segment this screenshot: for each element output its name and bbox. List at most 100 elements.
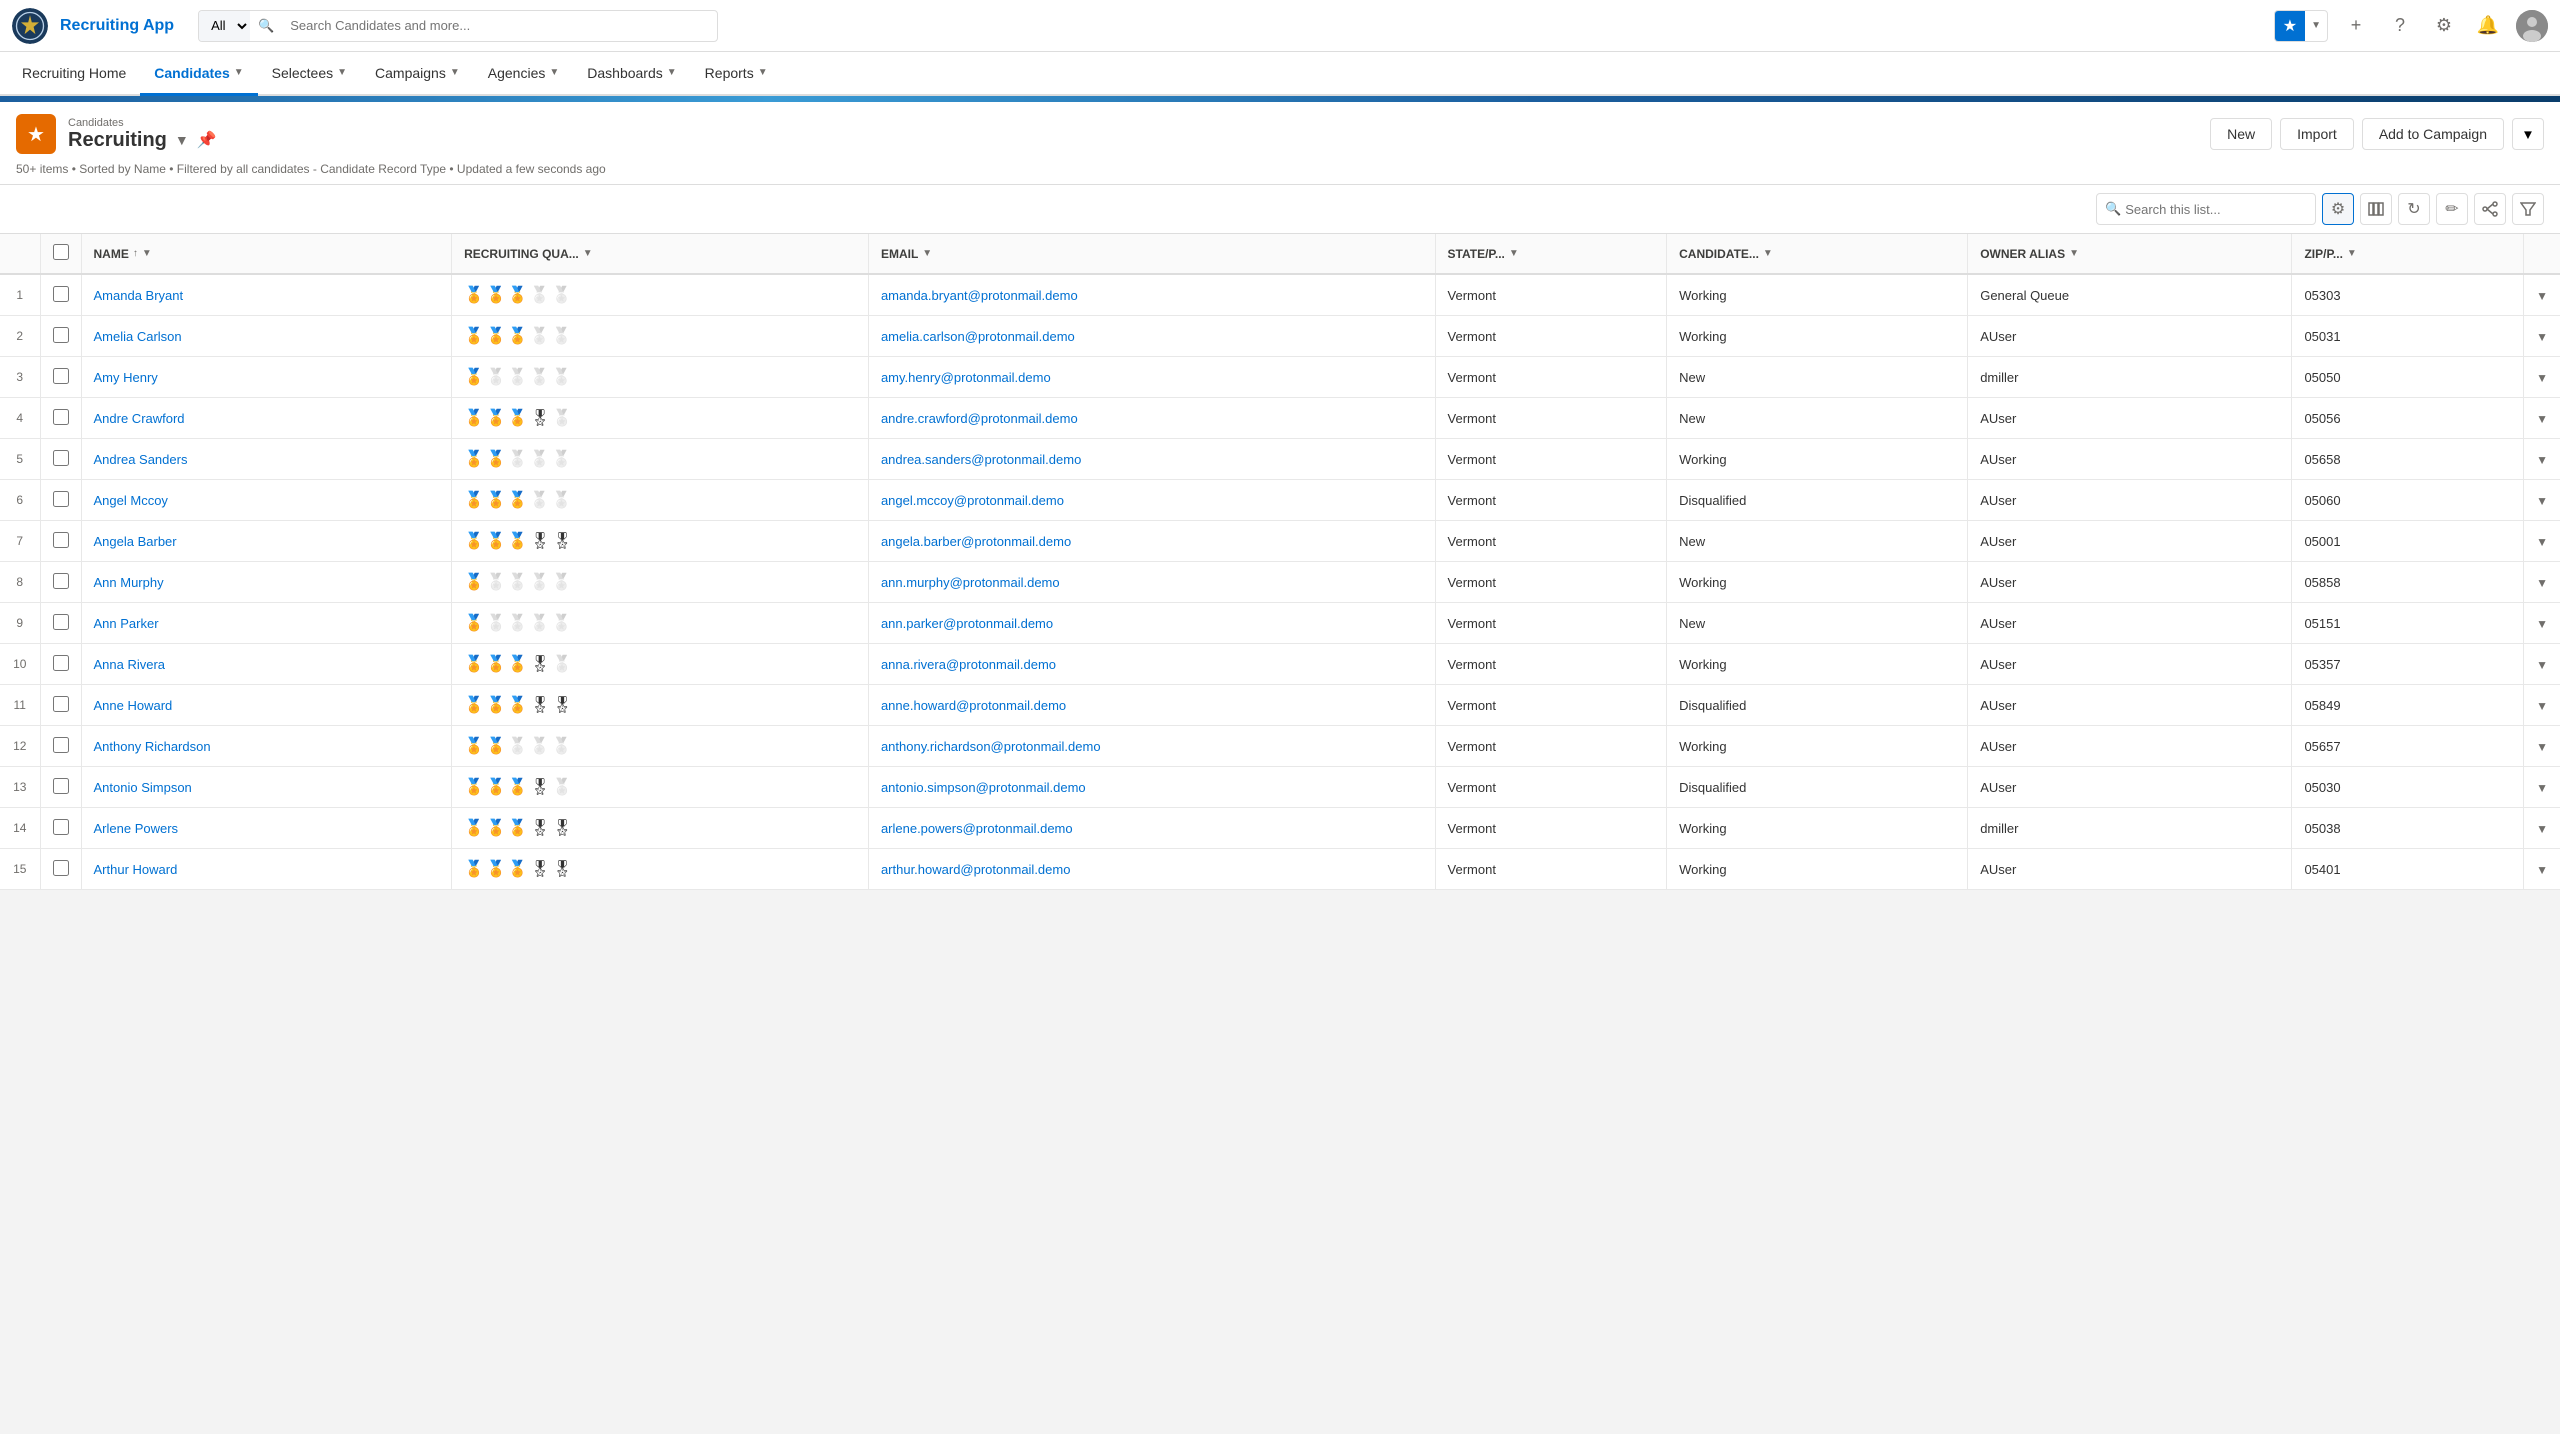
candidate-name-link[interactable]: Anna Rivera — [94, 657, 166, 672]
row-select-checkbox[interactable] — [53, 491, 69, 507]
row-select-checkbox[interactable] — [53, 860, 69, 876]
settings-button[interactable]: ⚙ — [2428, 10, 2460, 42]
candidate-email-link[interactable]: angel.mccoy@protonmail.demo — [881, 493, 1064, 508]
th-name[interactable]: NAME ↑ ▼ — [81, 234, 452, 274]
candidate-email-link[interactable]: amy.henry@protonmail.demo — [881, 370, 1051, 385]
row-action-button[interactable]: ▼ — [2536, 576, 2548, 590]
list-search-input[interactable] — [2125, 202, 2307, 217]
row-select-checkbox[interactable] — [53, 368, 69, 384]
zip-col-chevron-icon[interactable]: ▼ — [2347, 248, 2357, 259]
candidate-name-link[interactable]: Anne Howard — [94, 698, 173, 713]
add-to-campaign-button[interactable]: Add to Campaign — [2362, 118, 2504, 150]
row-action-button[interactable]: ▼ — [2536, 822, 2548, 836]
row-select-checkbox[interactable] — [53, 286, 69, 302]
candidate-email-link[interactable]: anne.howard@protonmail.demo — [881, 698, 1066, 713]
row-action-button[interactable]: ▼ — [2536, 494, 2548, 508]
org-logo[interactable] — [12, 8, 48, 44]
state-col-chevron-icon[interactable]: ▼ — [1509, 248, 1519, 259]
candidate-name-link[interactable]: Arlene Powers — [94, 821, 179, 836]
favorites-button[interactable]: ★ ▼ — [2274, 10, 2328, 42]
candidate-email-link[interactable]: arthur.howard@protonmail.demo — [881, 862, 1071, 877]
row-action-button[interactable]: ▼ — [2536, 330, 2548, 344]
column-chooser-button[interactable] — [2360, 193, 2392, 225]
nav-item-reports[interactable]: Reports ▼ — [691, 52, 782, 96]
row-select-checkbox[interactable] — [53, 737, 69, 753]
row-select-checkbox[interactable] — [53, 614, 69, 630]
notifications-button[interactable]: 🔔 — [2472, 10, 2504, 42]
add-button[interactable]: + — [2340, 10, 2372, 42]
row-action-button[interactable]: ▼ — [2536, 412, 2548, 426]
nav-item-dashboards[interactable]: Dashboards ▼ — [573, 52, 690, 96]
row-action-button[interactable]: ▼ — [2536, 453, 2548, 467]
refresh-button[interactable]: ↻ — [2398, 193, 2430, 225]
candidate-email-link[interactable]: arlene.powers@protonmail.demo — [881, 821, 1073, 836]
candidate-name-link[interactable]: Amelia Carlson — [94, 329, 182, 344]
settings-gear-button[interactable]: ⚙ — [2322, 193, 2354, 225]
candidate-col-chevron-icon[interactable]: ▼ — [1763, 248, 1773, 259]
edit-button[interactable]: ✏ — [2436, 193, 2468, 225]
candidate-email-link[interactable]: anna.rivera@protonmail.demo — [881, 657, 1056, 672]
nav-item-candidates[interactable]: Candidates ▼ — [140, 52, 257, 96]
help-button[interactable]: ? — [2384, 10, 2416, 42]
search-input[interactable] — [282, 18, 717, 33]
row-action-button[interactable]: ▼ — [2536, 740, 2548, 754]
row-action-button[interactable]: ▼ — [2536, 699, 2548, 713]
candidate-name-link[interactable]: Andrea Sanders — [94, 452, 188, 467]
row-action-button[interactable]: ▼ — [2536, 658, 2548, 672]
favorites-chevron-icon[interactable]: ▼ — [2305, 11, 2327, 41]
row-select-checkbox[interactable] — [53, 532, 69, 548]
candidate-email-link[interactable]: anthony.richardson@protonmail.demo — [881, 739, 1101, 754]
th-quals[interactable]: RECRUITING QUA... ▼ — [452, 234, 869, 274]
row-action-button[interactable]: ▼ — [2536, 289, 2548, 303]
candidate-email-link[interactable]: amanda.bryant@protonmail.demo — [881, 288, 1078, 303]
row-action-button[interactable]: ▼ — [2536, 535, 2548, 549]
candidate-email-link[interactable]: andrea.sanders@protonmail.demo — [881, 452, 1081, 467]
th-checkbox[interactable] — [40, 234, 81, 274]
owner-col-chevron-icon[interactable]: ▼ — [2069, 248, 2079, 259]
row-action-button[interactable]: ▼ — [2536, 781, 2548, 795]
filter-button[interactable] — [2512, 193, 2544, 225]
import-button[interactable]: Import — [2280, 118, 2354, 150]
row-action-button[interactable]: ▼ — [2536, 371, 2548, 385]
row-select-checkbox[interactable] — [53, 573, 69, 589]
nav-item-campaigns[interactable]: Campaigns ▼ — [361, 52, 474, 96]
candidate-email-link[interactable]: ann.parker@protonmail.demo — [881, 616, 1053, 631]
candidate-email-link[interactable]: antonio.simpson@protonmail.demo — [881, 780, 1086, 795]
pin-icon[interactable]: 📌 — [197, 130, 217, 150]
th-state[interactable]: STATE/P... ▼ — [1435, 234, 1667, 274]
row-select-checkbox[interactable] — [53, 655, 69, 671]
nav-item-recruiting-home[interactable]: Recruiting Home — [8, 52, 140, 96]
candidate-email-link[interactable]: angela.barber@protonmail.demo — [881, 534, 1071, 549]
th-candidate[interactable]: CANDIDATE... ▼ — [1667, 234, 1968, 274]
quals-col-chevron-icon[interactable]: ▼ — [583, 248, 593, 259]
candidate-name-link[interactable]: Amy Henry — [94, 370, 158, 385]
candidate-name-link[interactable]: Angel Mccoy — [94, 493, 168, 508]
row-select-checkbox[interactable] — [53, 819, 69, 835]
row-select-checkbox[interactable] — [53, 450, 69, 466]
candidate-email-link[interactable]: andre.crawford@protonmail.demo — [881, 411, 1078, 426]
candidate-name-link[interactable]: Ann Murphy — [94, 575, 164, 590]
nav-item-agencies[interactable]: Agencies ▼ — [474, 52, 574, 96]
row-select-checkbox[interactable] — [53, 696, 69, 712]
email-col-chevron-icon[interactable]: ▼ — [922, 248, 932, 259]
nav-item-selectees[interactable]: Selectees ▼ — [258, 52, 361, 96]
row-action-button[interactable]: ▼ — [2536, 863, 2548, 877]
row-select-checkbox[interactable] — [53, 409, 69, 425]
search-filter-select[interactable]: All — [199, 11, 250, 41]
th-email[interactable]: EMAIL ▼ — [868, 234, 1435, 274]
candidate-name-link[interactable]: Antonio Simpson — [94, 780, 192, 795]
th-owner[interactable]: OWNER ALIAS ▼ — [1968, 234, 2292, 274]
candidate-email-link[interactable]: amelia.carlson@protonmail.demo — [881, 329, 1075, 344]
new-button[interactable]: New — [2210, 118, 2272, 150]
candidate-email-link[interactable]: ann.murphy@protonmail.demo — [881, 575, 1060, 590]
th-zip[interactable]: ZIP/P... ▼ — [2292, 234, 2524, 274]
candidate-name-link[interactable]: Ann Parker — [94, 616, 159, 631]
candidate-name-link[interactable]: Anthony Richardson — [94, 739, 211, 754]
row-select-checkbox[interactable] — [53, 327, 69, 343]
share-button[interactable] — [2474, 193, 2506, 225]
row-select-checkbox[interactable] — [53, 778, 69, 794]
name-col-chevron-icon[interactable]: ▼ — [142, 248, 152, 259]
actions-chevron-button[interactable]: ▼ — [2512, 118, 2544, 150]
candidate-name-link[interactable]: Arthur Howard — [94, 862, 178, 877]
list-title-chevron-icon[interactable]: ▼ — [175, 132, 189, 148]
